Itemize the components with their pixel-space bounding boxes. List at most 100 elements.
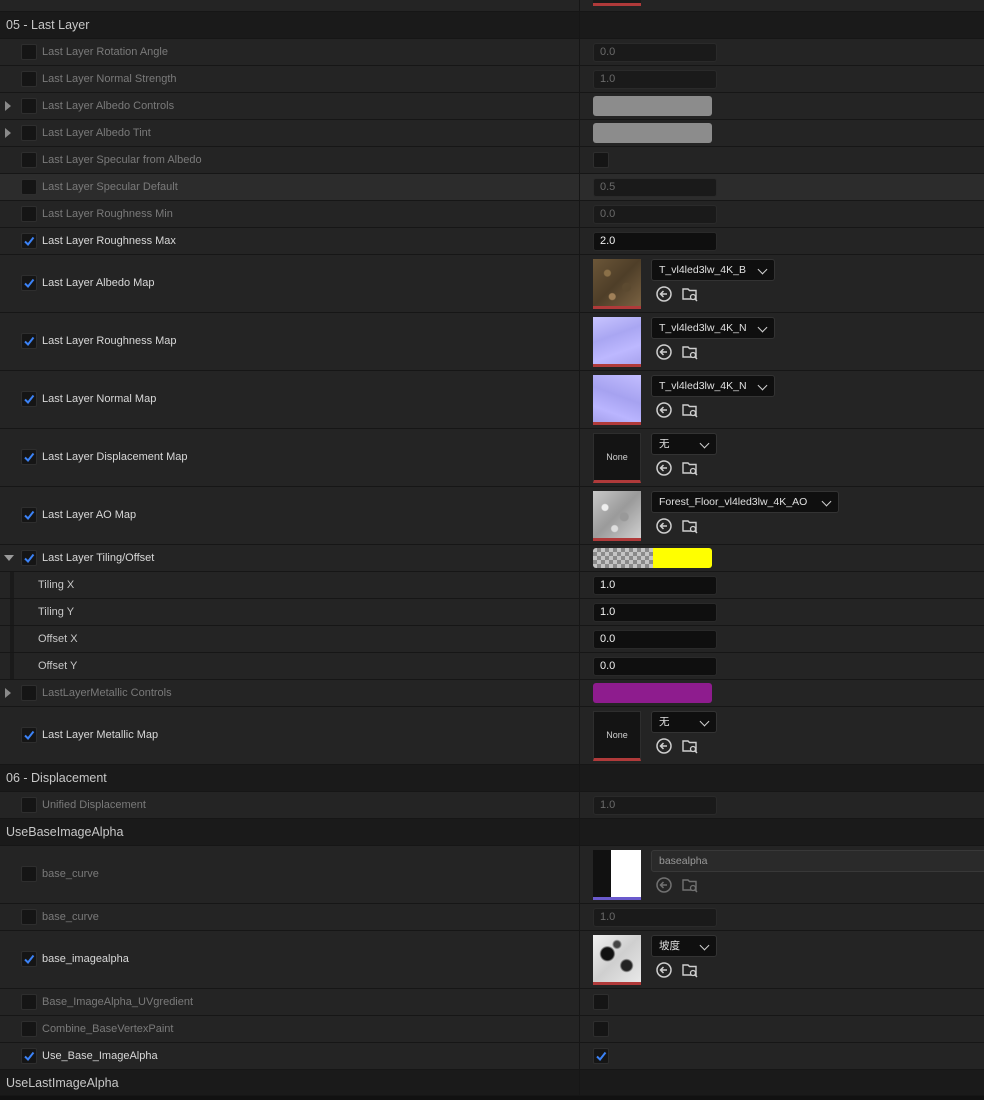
browse-asset-icon[interactable] — [681, 401, 699, 419]
override-checkbox[interactable] — [21, 449, 37, 465]
override-checkbox[interactable] — [21, 550, 37, 566]
color-swatch[interactable] — [593, 123, 712, 143]
value-field[interactable]: 1.0 — [593, 603, 717, 622]
texture-thumbnail[interactable] — [593, 375, 641, 425]
value-field[interactable]: 1.0 — [593, 796, 717, 815]
use-selected-asset-icon[interactable] — [655, 961, 673, 979]
curve-thumbnail[interactable] — [593, 850, 641, 900]
checkmark-icon — [24, 954, 35, 965]
use-selected-asset-icon[interactable] — [655, 343, 673, 361]
override-checkbox[interactable] — [21, 507, 37, 523]
texture-thumbnail[interactable] — [593, 491, 641, 541]
value-checkbox[interactable] — [593, 152, 609, 168]
texture-thumbnail[interactable] — [593, 259, 641, 309]
param-label: Last Layer Albedo Controls — [42, 100, 175, 112]
param-row-tiling-y: Tiling Y 1.0 — [0, 599, 984, 626]
browse-asset-icon[interactable] — [681, 961, 699, 979]
value-checkbox[interactable] — [593, 994, 609, 1010]
expand-arrow-icon[interactable] — [5, 101, 11, 111]
override-checkbox[interactable] — [21, 125, 37, 141]
override-checkbox[interactable] — [21, 44, 37, 60]
value-field[interactable]: 1.0 — [593, 908, 717, 927]
texture-thumbnail[interactable] — [593, 317, 641, 367]
param-row-offset-x: Offset X 0.0 — [0, 626, 984, 653]
section-displacement[interactable]: 06 - Displacement — [0, 765, 984, 792]
value-field[interactable]: 0.0 — [593, 657, 717, 676]
asset-dropdown[interactable]: 无 — [651, 433, 717, 455]
browse-asset-icon[interactable] — [681, 343, 699, 361]
section-title: UseBaseImageAlpha — [6, 825, 124, 839]
texture-thumbnail[interactable]: None — [593, 433, 641, 483]
color-swatch[interactable] — [593, 96, 712, 116]
param-row-tiling-x: Tiling X 1.0 — [0, 572, 984, 599]
param-label: Tiling Y — [38, 606, 75, 618]
override-checkbox[interactable] — [21, 98, 37, 114]
texture-thumbnail[interactable]: None — [593, 711, 641, 761]
section-use-last-image-alpha[interactable]: UseLastImageAlpha — [0, 1070, 984, 1096]
param-row-unified-displacement: Unified Displacement 1.0 — [0, 792, 984, 819]
value-field[interactable]: 0.0 — [593, 205, 717, 224]
asset-dropdown[interactable]: T_vl4led3lw_4K_B — [651, 259, 775, 281]
param-row-ao-map: Last Layer AO Map Forest_Floor_vl4led3lw… — [0, 487, 984, 545]
asset-dropdown[interactable]: 无 — [651, 711, 717, 733]
value-field[interactable]: 0.0 — [593, 630, 717, 649]
browse-asset-icon[interactable] — [681, 459, 699, 477]
override-checkbox[interactable] — [21, 71, 37, 87]
override-checkbox[interactable] — [21, 727, 37, 743]
expand-arrow-icon[interactable] — [5, 688, 11, 698]
use-selected-asset-icon[interactable] — [655, 401, 673, 419]
param-label: Last Layer Displacement Map — [42, 451, 188, 463]
browse-asset-icon[interactable] — [681, 876, 699, 894]
override-checkbox[interactable] — [21, 994, 37, 1010]
override-checkbox[interactable] — [21, 233, 37, 249]
use-selected-asset-icon[interactable] — [655, 876, 673, 894]
value-field[interactable]: 1.0 — [593, 70, 717, 89]
override-checkbox[interactable] — [21, 951, 37, 967]
use-selected-asset-icon[interactable] — [655, 737, 673, 755]
use-selected-asset-icon[interactable] — [655, 517, 673, 535]
override-checkbox[interactable] — [21, 206, 37, 222]
param-label: Last Layer Albedo Tint — [42, 127, 151, 139]
collapse-arrow-icon[interactable] — [4, 555, 14, 561]
override-checkbox[interactable] — [21, 152, 37, 168]
color-swatch[interactable] — [593, 548, 712, 568]
override-checkbox[interactable] — [21, 685, 37, 701]
override-checkbox[interactable] — [21, 909, 37, 925]
chevron-down-icon — [699, 716, 710, 727]
section-use-base-image-alpha[interactable]: UseBaseImageAlpha — [0, 819, 984, 846]
override-checkbox[interactable] — [21, 1021, 37, 1037]
expand-arrow-icon[interactable] — [5, 128, 11, 138]
use-selected-asset-icon[interactable] — [655, 285, 673, 303]
value-field[interactable]: 1.0 — [593, 576, 717, 595]
asset-dropdown[interactable]: T_vl4led3lw_4K_N — [651, 317, 775, 339]
value-field[interactable]: 0.5 — [593, 178, 717, 197]
curve-asset-field[interactable]: basealpha — [651, 850, 984, 872]
override-checkbox[interactable] — [21, 333, 37, 349]
chevron-down-icon — [757, 380, 768, 391]
browse-asset-icon[interactable] — [681, 285, 699, 303]
asset-dropdown[interactable]: 坡度 — [651, 935, 717, 957]
value-field[interactable]: 0.0 — [593, 43, 717, 62]
param-row-albedo-tint: Last Layer Albedo Tint — [0, 120, 984, 147]
override-checkbox[interactable] — [21, 866, 37, 882]
param-label: base_curve — [42, 868, 99, 880]
use-selected-asset-icon[interactable] — [655, 459, 673, 477]
override-checkbox[interactable] — [21, 797, 37, 813]
value-checkbox[interactable] — [593, 1048, 609, 1064]
section-title: 06 - Displacement — [6, 771, 107, 785]
browse-asset-icon[interactable] — [681, 517, 699, 535]
override-checkbox[interactable] — [21, 179, 37, 195]
asset-dropdown[interactable]: Forest_Floor_vl4led3lw_4K_AO — [651, 491, 839, 513]
texture-thumbnail[interactable] — [593, 935, 641, 985]
override-checkbox[interactable] — [21, 1048, 37, 1064]
section-last-layer[interactable]: 05 - Last Layer — [0, 12, 984, 39]
color-swatch[interactable] — [593, 683, 712, 703]
override-checkbox[interactable] — [21, 391, 37, 407]
value-checkbox[interactable] — [593, 1021, 609, 1037]
asset-dropdown[interactable]: T_vl4led3lw_4K_N — [651, 375, 775, 397]
texture-thumbnail[interactable] — [593, 0, 641, 6]
browse-asset-icon[interactable] — [681, 737, 699, 755]
override-checkbox[interactable] — [21, 275, 37, 291]
value-field[interactable]: 2.0 — [593, 232, 717, 251]
param-label: Last Layer Specular Default — [42, 181, 178, 193]
